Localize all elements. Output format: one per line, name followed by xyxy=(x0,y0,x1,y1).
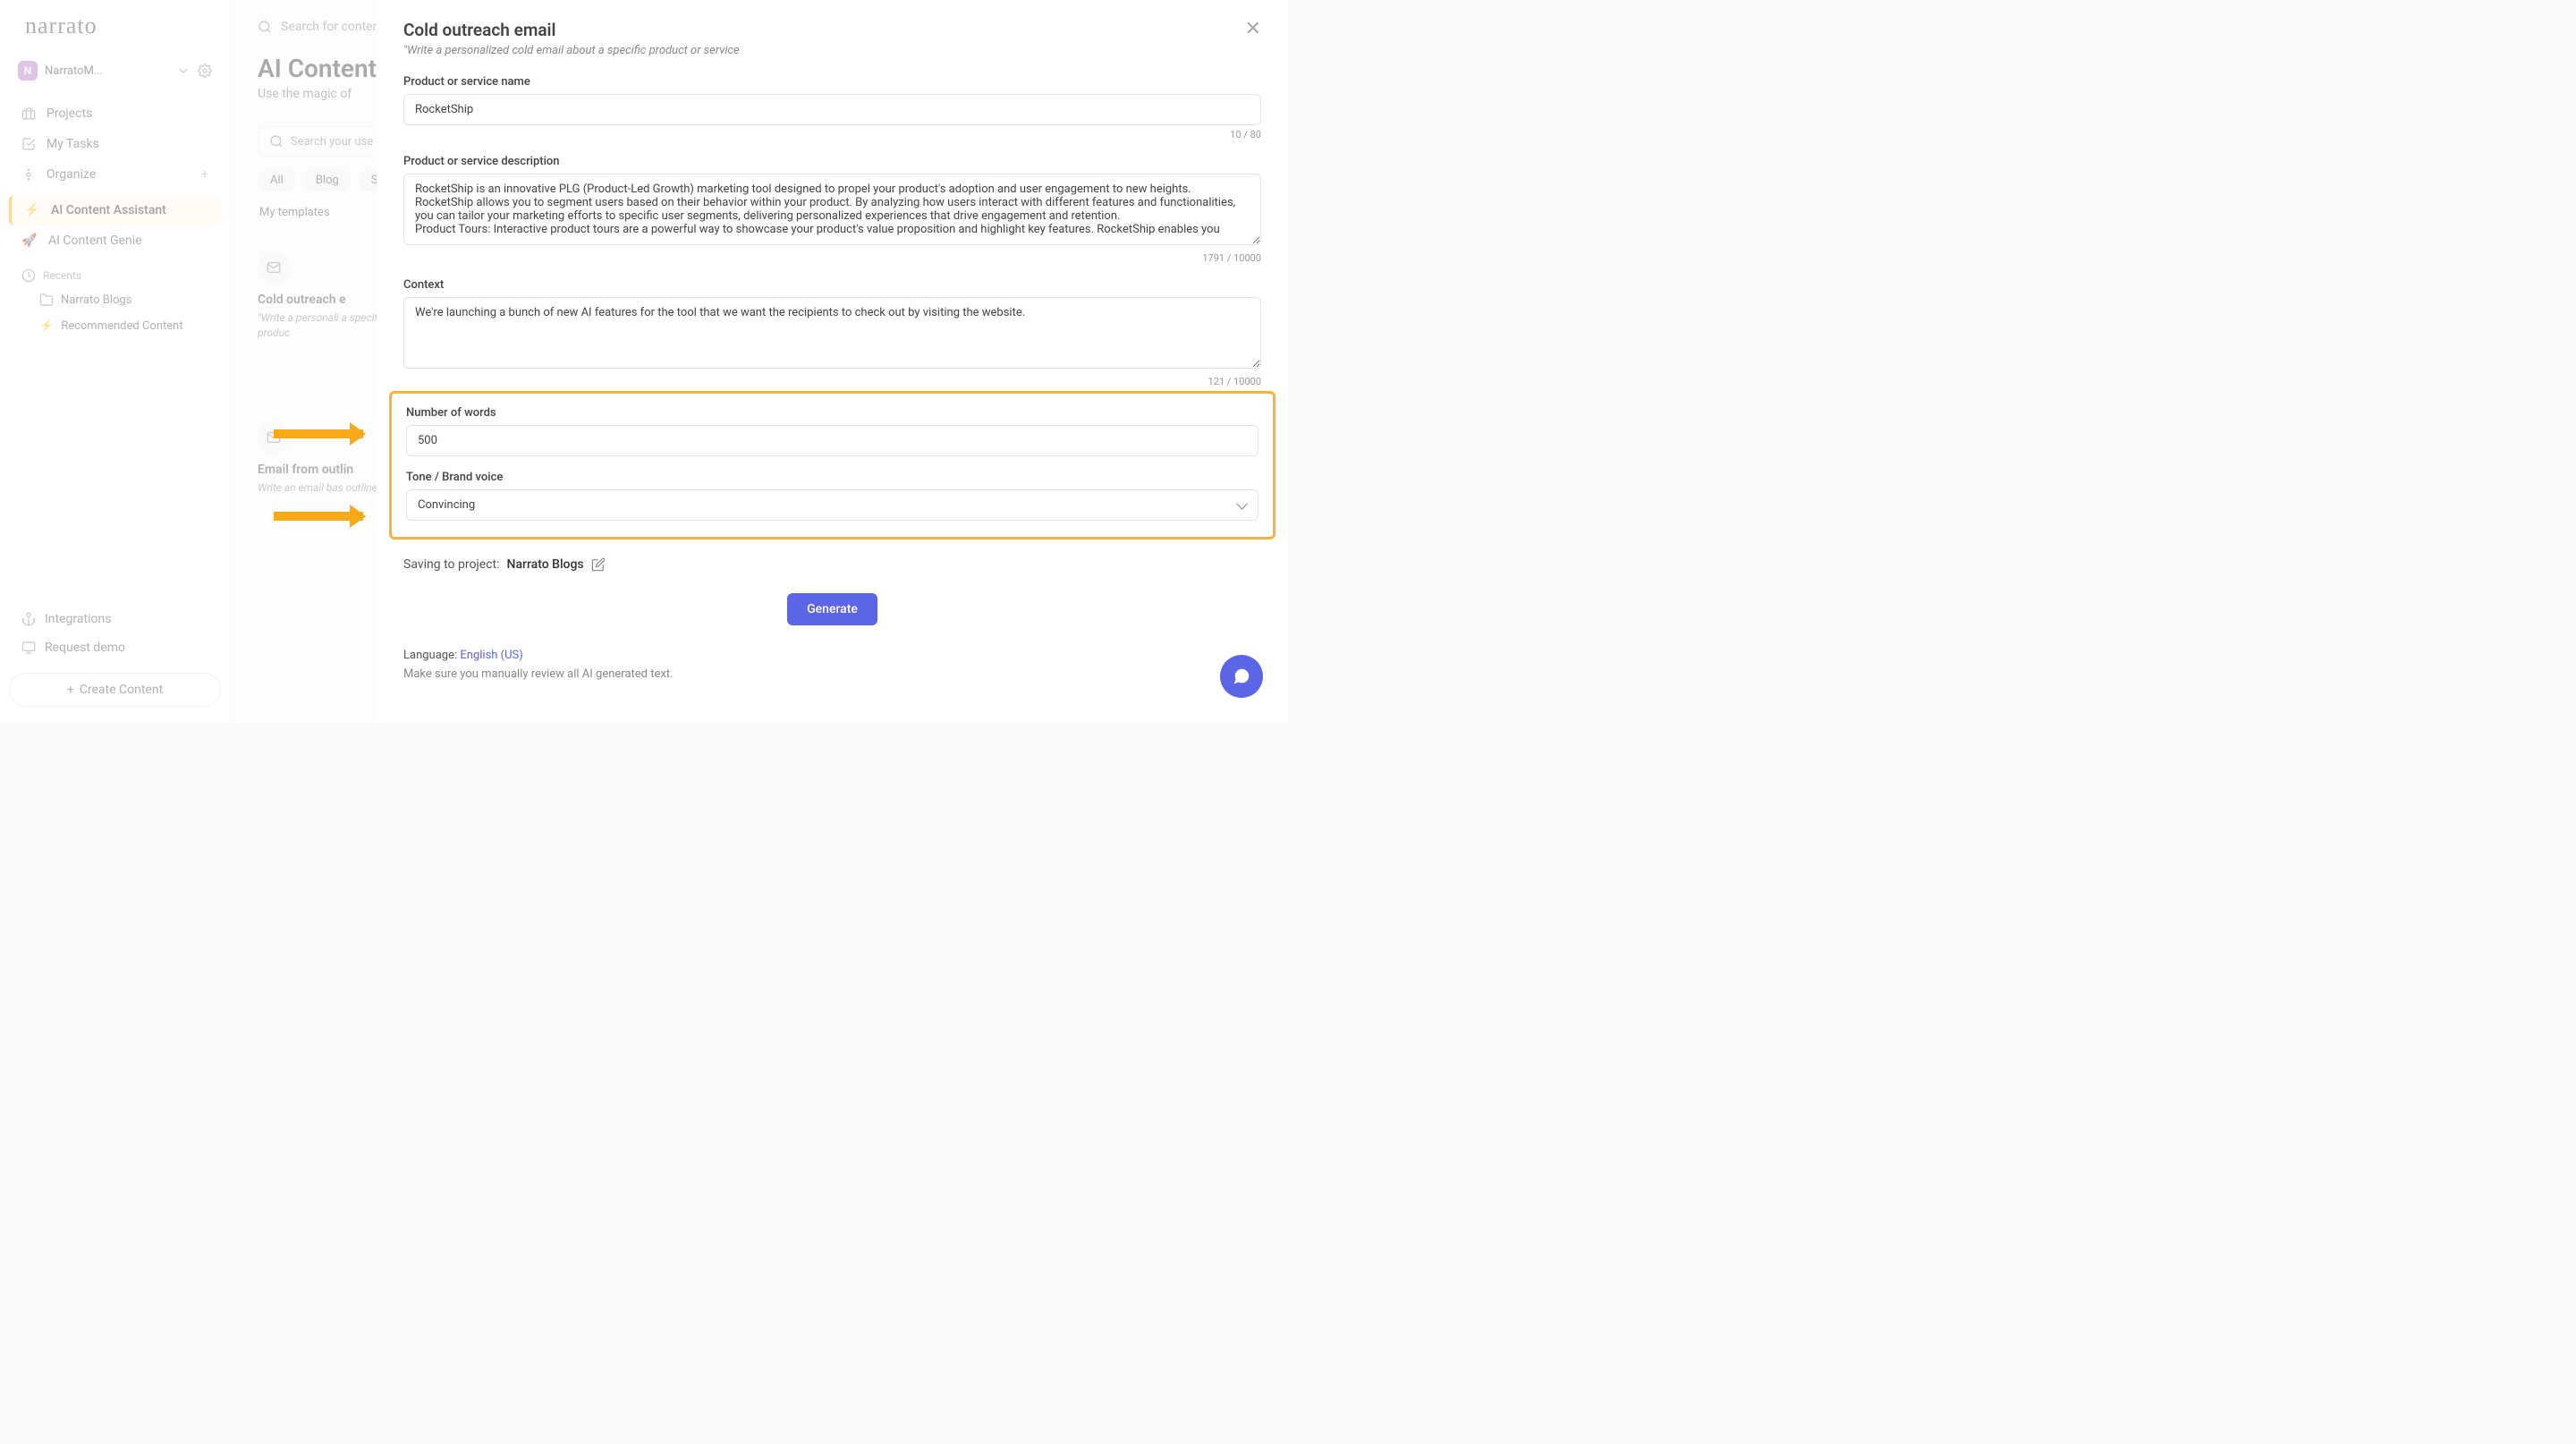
save-label: Saving to project: xyxy=(403,557,500,572)
product-desc-counter: 1791 / 10000 xyxy=(403,252,1261,264)
generate-button[interactable]: Generate xyxy=(787,593,877,625)
highlighted-section: Number of words Tone / Brand voice Convi… xyxy=(389,391,1275,539)
annotation-arrow xyxy=(274,512,363,521)
tone-select[interactable]: Convincing xyxy=(406,489,1258,521)
edit-icon[interactable] xyxy=(591,557,606,572)
context-counter: 121 / 10000 xyxy=(403,376,1261,387)
product-name-input[interactable] xyxy=(403,94,1261,125)
tone-label: Tone / Brand voice xyxy=(406,471,1258,484)
close-icon[interactable]: ✕ xyxy=(1245,20,1261,39)
modal-title: Cold outreach email xyxy=(403,20,740,40)
context-label: Context xyxy=(403,278,1261,292)
words-input[interactable] xyxy=(406,425,1258,456)
chat-fab[interactable] xyxy=(1220,655,1263,698)
words-label: Number of words xyxy=(406,406,1258,420)
product-desc-label: Product or service description xyxy=(403,155,1261,168)
product-name-label: Product or service name xyxy=(403,75,1261,89)
cold-outreach-modal: Cold outreach email "Write a personalize… xyxy=(377,0,1288,723)
language-link[interactable]: English (US) xyxy=(460,649,522,662)
chat-icon xyxy=(1232,667,1251,686)
annotation-arrow xyxy=(274,429,363,438)
save-project: Narrato Blogs xyxy=(507,557,584,572)
modal-subtitle: "Write a personalized cold email about a… xyxy=(403,44,740,57)
language-label: Language: xyxy=(403,649,457,662)
review-note: Make sure you manually review all AI gen… xyxy=(403,667,1261,681)
product-name-counter: 10 / 80 xyxy=(403,129,1261,140)
product-desc-input[interactable] xyxy=(403,174,1261,245)
context-input[interactable] xyxy=(403,297,1261,369)
